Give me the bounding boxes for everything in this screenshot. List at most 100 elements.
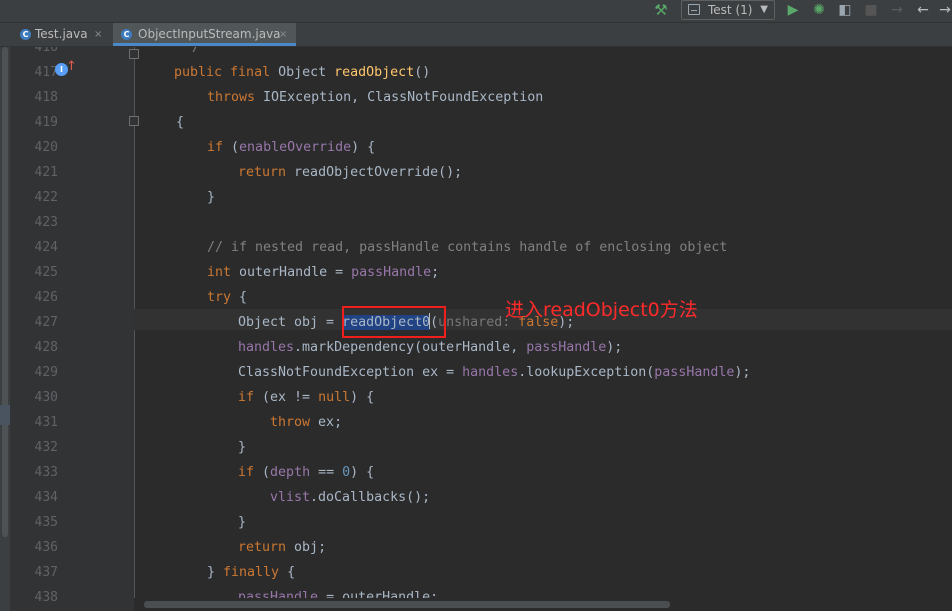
code-token: passHandle <box>654 365 735 380</box>
code-token: { <box>287 565 296 580</box>
line-number: 429 <box>34 365 58 380</box>
stop-icon[interactable]: ■ <box>862 0 880 20</box>
play-icon[interactable]: ▶ <box>784 0 802 20</box>
code-token: ClassNotFoundException ex = <box>238 365 463 380</box>
line-number: 435 <box>34 515 58 530</box>
code-line-437: } finally { <box>140 560 952 585</box>
line-number: 433 <box>34 465 58 480</box>
code-token: ) { <box>351 140 376 155</box>
line-number: 425 <box>34 265 58 280</box>
code-token: Object <box>278 65 335 80</box>
line-number: 428 <box>34 340 58 355</box>
line-number: 431 <box>34 415 58 430</box>
code-token: ; <box>431 265 440 280</box>
code-token: ex <box>318 415 335 430</box>
code-line-428: handles.markDependency(outerHandle, pass… <box>140 335 952 360</box>
run-config-label: Test (1) <box>708 3 753 17</box>
code-token: vlist <box>270 490 311 505</box>
code-token: } <box>238 440 247 455</box>
tab-test-java[interactable]: C Test.java × <box>20 23 110 46</box>
line-number: 432 <box>34 440 58 455</box>
code-token: if <box>207 140 232 155</box>
vertical-scrollbar[interactable] <box>2 47 8 537</box>
code-token: .lookupException( <box>518 365 655 380</box>
code-token: int <box>207 265 240 280</box>
code-token: } <box>238 515 247 530</box>
arrow-left-icon[interactable]: ← <box>914 0 932 20</box>
horizontal-scrollbar[interactable] <box>134 598 952 611</box>
code-token: return <box>238 165 295 180</box>
code-token: (); <box>438 165 463 180</box>
code-token: if <box>238 465 263 480</box>
code-line-433: if (depth == 0) { <box>140 460 952 485</box>
run-config-selector[interactable]: Test (1) ▼ <box>681 0 775 20</box>
code-line-432: } <box>140 435 952 460</box>
code-line-416: */ <box>140 47 952 60</box>
code-token: return <box>238 540 295 555</box>
code-line-417: public final Object readObject() <box>140 60 952 85</box>
code-line-419: { <box>140 110 952 135</box>
code-line-424: // if nested read, passHandle contains h… <box>140 235 952 260</box>
code-token: } <box>207 565 224 580</box>
fold-marker-icon[interactable] <box>129 116 139 126</box>
close-icon[interactable]: × <box>279 23 287 46</box>
code-token: ); <box>606 340 623 355</box>
code-token: depth <box>270 465 311 480</box>
line-number: 434 <box>34 490 58 505</box>
code-token: finally <box>223 565 288 580</box>
line-number: 437 <box>34 565 58 580</box>
code-token: handles <box>462 365 519 380</box>
code-token: public <box>174 65 231 80</box>
code-token: */ <box>184 47 201 55</box>
code-token: } <box>207 190 216 205</box>
bug-icon[interactable]: ✺ <box>810 0 828 20</box>
code-token: readObject <box>334 65 415 80</box>
line-number: 427 <box>34 315 58 330</box>
tool-window-marker <box>0 405 10 425</box>
line-number: 420 <box>34 140 58 155</box>
close-icon[interactable]: × <box>94 23 102 46</box>
code-token: ( <box>262 465 271 480</box>
line-number: 416 <box>34 47 58 55</box>
horizontal-scrollbar-thumb[interactable] <box>144 601 670 608</box>
code-token: throw <box>270 415 319 430</box>
line-number: 436 <box>34 540 58 555</box>
class-icon: C <box>20 29 31 40</box>
code-line-420: if (enableOverride) { <box>140 135 952 160</box>
code-comment: // if nested read, passHandle contains h… <box>207 240 728 255</box>
code-token: { <box>176 115 185 130</box>
annotation-label: 进入readObject0方法 <box>505 299 698 321</box>
code-token: if <box>238 390 263 405</box>
run-config-icon <box>688 4 700 15</box>
line-number: 422 <box>34 190 58 205</box>
line-number: 421 <box>34 165 58 180</box>
line-number: 438 <box>34 590 58 605</box>
line-number: 419 <box>34 115 58 130</box>
code-token: ) { <box>350 390 375 405</box>
line-number: 423 <box>34 215 58 230</box>
override-up-arrow-icon[interactable]: ↑ <box>66 59 77 74</box>
tab-label: ObjectInputStream.java <box>138 27 281 41</box>
hammer-icon[interactable]: ⚒ <box>652 0 670 20</box>
code-token: passHandle <box>526 340 607 355</box>
code-token: .doCallbacks(); <box>310 490 431 505</box>
class-icon: C <box>121 29 132 40</box>
code-line-425: int outerHandle = passHandle; <box>140 260 952 285</box>
line-number-gutter: 416 417 418 419 420 421 422 423 424 425 … <box>10 47 135 611</box>
code-line-435: } <box>140 510 952 535</box>
code-token: handles <box>238 340 295 355</box>
arrow-forward-icon[interactable]: → <box>936 0 952 20</box>
code-token: == <box>310 465 343 480</box>
arrow-right-icon[interactable]: → <box>888 0 906 20</box>
code-token: 0 <box>342 465 351 480</box>
code-token: final <box>230 65 279 80</box>
chevron-down-icon: ▼ <box>760 4 768 15</box>
fold-marker-icon[interactable] <box>129 49 139 59</box>
code-token: enableOverride <box>239 140 352 155</box>
tab-label: Test.java <box>35 27 88 41</box>
code-token: passHandle <box>351 265 432 280</box>
code-editor[interactable]: 416 417 418 419 420 421 422 423 424 425 … <box>0 47 952 611</box>
code-line-434: vlist.doCallbacks(); <box>140 485 952 510</box>
coverage-icon[interactable]: ◧ <box>836 0 854 20</box>
tab-objectinputstream-java[interactable]: C ObjectInputStream.java × <box>113 23 296 46</box>
